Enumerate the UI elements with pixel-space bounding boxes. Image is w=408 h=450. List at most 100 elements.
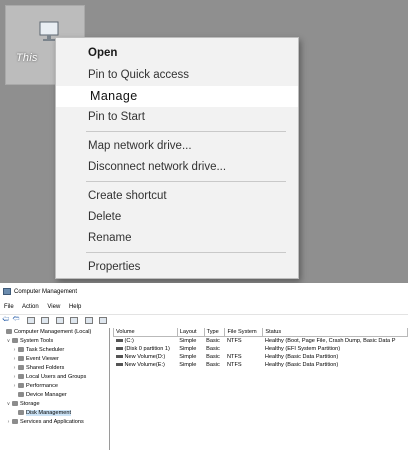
- table-row[interactable]: New Volume(D:) Simple Basic NTFS Healthy…: [114, 353, 408, 361]
- volume-icon: [115, 355, 123, 359]
- computer-management-icon: [3, 287, 11, 295]
- layout-cell: Simple: [179, 354, 197, 360]
- properties-icon[interactable]: [70, 317, 79, 324]
- tree-item-performance[interactable]: › Performance: [12, 382, 58, 390]
- tree-item-computer-management-local[interactable]: Computer Management (Local): [6, 328, 91, 336]
- desktop-background: This Open Pin to Quick access Manage Pin…: [0, 0, 408, 283]
- status-cell: Healthy (Boot, Page File, Crash Dump, Ba…: [264, 338, 396, 344]
- menu-bar: File Action View Help: [0, 302, 408, 312]
- file-system-cell: NTFS: [226, 362, 242, 368]
- menu-separator: [86, 131, 286, 132]
- type-cell: Basic: [206, 362, 220, 368]
- window-titlebar: Computer Management: [0, 285, 408, 299]
- tree-item-system-tools[interactable]: ∨ System Tools: [6, 337, 54, 345]
- window-title: Computer Management: [14, 289, 78, 295]
- menu-item-properties[interactable]: Properties: [56, 257, 298, 278]
- menu-view[interactable]: View: [47, 304, 60, 310]
- volume-list-pane: Volume Layout Type File System Status (C…: [113, 328, 408, 450]
- menu-item-create-shortcut[interactable]: Create shortcut: [56, 186, 298, 207]
- services-icon: [12, 419, 18, 425]
- column-header-layout[interactable]: Layout: [176, 328, 205, 337]
- tools-icon: [12, 338, 18, 344]
- tree-item-services-and-applications[interactable]: › Services and Applications: [6, 418, 84, 426]
- disk-management-icon: [18, 410, 24, 416]
- volume-table: Volume Layout Type File System Status (C…: [113, 328, 408, 369]
- device-manager-icon: [18, 392, 24, 398]
- storage-icon: [12, 401, 18, 407]
- desktop-icon-label: This: [16, 52, 38, 64]
- column-header-status[interactable]: Status: [262, 328, 408, 337]
- tree-item-task-scheduler[interactable]: › Task Scheduler: [12, 346, 65, 354]
- chevron-right-icon[interactable]: ›: [6, 418, 11, 426]
- computer-management-window: Computer Management File Action View Hel…: [0, 285, 408, 450]
- menu-separator: [86, 252, 286, 253]
- table-row[interactable]: (C:) Simple Basic NTFS Healthy (Boot, Pa…: [114, 337, 408, 346]
- volume-icon: [115, 347, 123, 351]
- menu-item-map-network-drive[interactable]: Map network drive...: [56, 136, 298, 157]
- table-row[interactable]: (Disk 0 partition 1) Simple Basic Health…: [114, 345, 408, 353]
- menu-help[interactable]: Help: [69, 304, 81, 310]
- menu-item-rename[interactable]: Rename: [56, 228, 298, 249]
- status-cell: Healthy (Basic Data Partition): [264, 362, 339, 368]
- toolbar: 🢠 🢢: [0, 314, 408, 325]
- volume-cell: (Disk 0 partition 1): [114, 345, 178, 353]
- computer-management-icon: [6, 329, 12, 335]
- chevron-down-icon[interactable]: ∨: [6, 337, 11, 345]
- tree-item-storage[interactable]: ∨ Storage: [6, 400, 40, 408]
- file-system-cell: NTFS: [226, 338, 242, 344]
- menu-separator: [86, 181, 286, 182]
- layout-cell: Simple: [179, 346, 197, 352]
- back-arrow-icon[interactable]: 🢠: [2, 315, 9, 325]
- file-system-cell: NTFS: [226, 354, 242, 360]
- table-header-row: Volume Layout Type File System Status: [113, 328, 408, 337]
- tree-item-device-manager[interactable]: Device Manager: [18, 391, 67, 399]
- menu-item-disconnect-network-drive[interactable]: Disconnect network drive...: [56, 157, 298, 178]
- layout-cell: Simple: [179, 338, 197, 344]
- type-cell: Basic: [206, 354, 220, 360]
- up-folder-icon[interactable]: [26, 317, 35, 324]
- help-icon[interactable]: [55, 317, 64, 324]
- shared-folder-icon: [18, 365, 24, 371]
- file-system-cell: [225, 345, 263, 353]
- menu-item-delete[interactable]: Delete: [56, 207, 298, 228]
- volume-icon: [115, 339, 123, 343]
- show-hide-tree-icon[interactable]: [41, 317, 50, 324]
- export-list-icon[interactable]: [84, 317, 93, 324]
- tree-item-local-users-and-groups[interactable]: › Local Users and Groups: [12, 373, 87, 381]
- menu-item-manage[interactable]: Manage: [56, 86, 298, 107]
- event-viewer-icon: [18, 356, 24, 362]
- menu-item-open[interactable]: Open: [56, 43, 298, 64]
- volume-cell: New Volume(D:): [114, 353, 178, 361]
- chevron-right-icon[interactable]: ›: [12, 382, 17, 390]
- status-cell: Healthy (EFI System Partition): [264, 346, 341, 352]
- tree-item-event-viewer[interactable]: › Event Viewer: [12, 355, 59, 363]
- chevron-right-icon[interactable]: ›: [12, 373, 17, 381]
- layout-cell: Simple: [179, 362, 197, 368]
- table-row[interactable]: New Volume(E:) Simple Basic NTFS Healthy…: [114, 361, 408, 369]
- volume-cell: (C:): [114, 337, 178, 346]
- menu-file[interactable]: File: [4, 304, 14, 310]
- column-header-file-system[interactable]: File System: [224, 328, 264, 337]
- clock-icon: [18, 347, 24, 353]
- tree-item-shared-folders[interactable]: › Shared Folders: [12, 364, 65, 372]
- chevron-right-icon[interactable]: ›: [12, 364, 17, 372]
- chevron-right-icon[interactable]: ›: [12, 355, 17, 363]
- column-header-type[interactable]: Type: [203, 328, 226, 337]
- menu-item-pin-to-quick-access[interactable]: Pin to Quick access: [56, 65, 298, 86]
- status-cell: Healthy (Basic Data Partition): [264, 354, 339, 360]
- forward-arrow-icon[interactable]: 🢢: [12, 315, 19, 325]
- menu-action[interactable]: Action: [22, 304, 39, 310]
- chevron-right-icon[interactable]: ›: [12, 346, 17, 354]
- tree-item-disk-management[interactable]: Disk Management: [18, 409, 72, 417]
- menu-item-pin-to-start[interactable]: Pin to Start: [56, 107, 298, 128]
- type-cell: Basic: [206, 338, 220, 344]
- context-menu: Open Pin to Quick access Manage Pin to S…: [55, 37, 299, 279]
- view-icon[interactable]: [99, 317, 108, 324]
- type-cell: Basic: [206, 346, 220, 352]
- performance-icon: [18, 383, 24, 389]
- chevron-down-icon[interactable]: ∨: [6, 400, 11, 408]
- users-icon: [18, 374, 24, 380]
- column-header-volume[interactable]: Volume: [113, 328, 178, 337]
- navigation-tree: Computer Management (Local) ∨ System Tool…: [6, 328, 110, 450]
- volume-icon: [115, 363, 123, 367]
